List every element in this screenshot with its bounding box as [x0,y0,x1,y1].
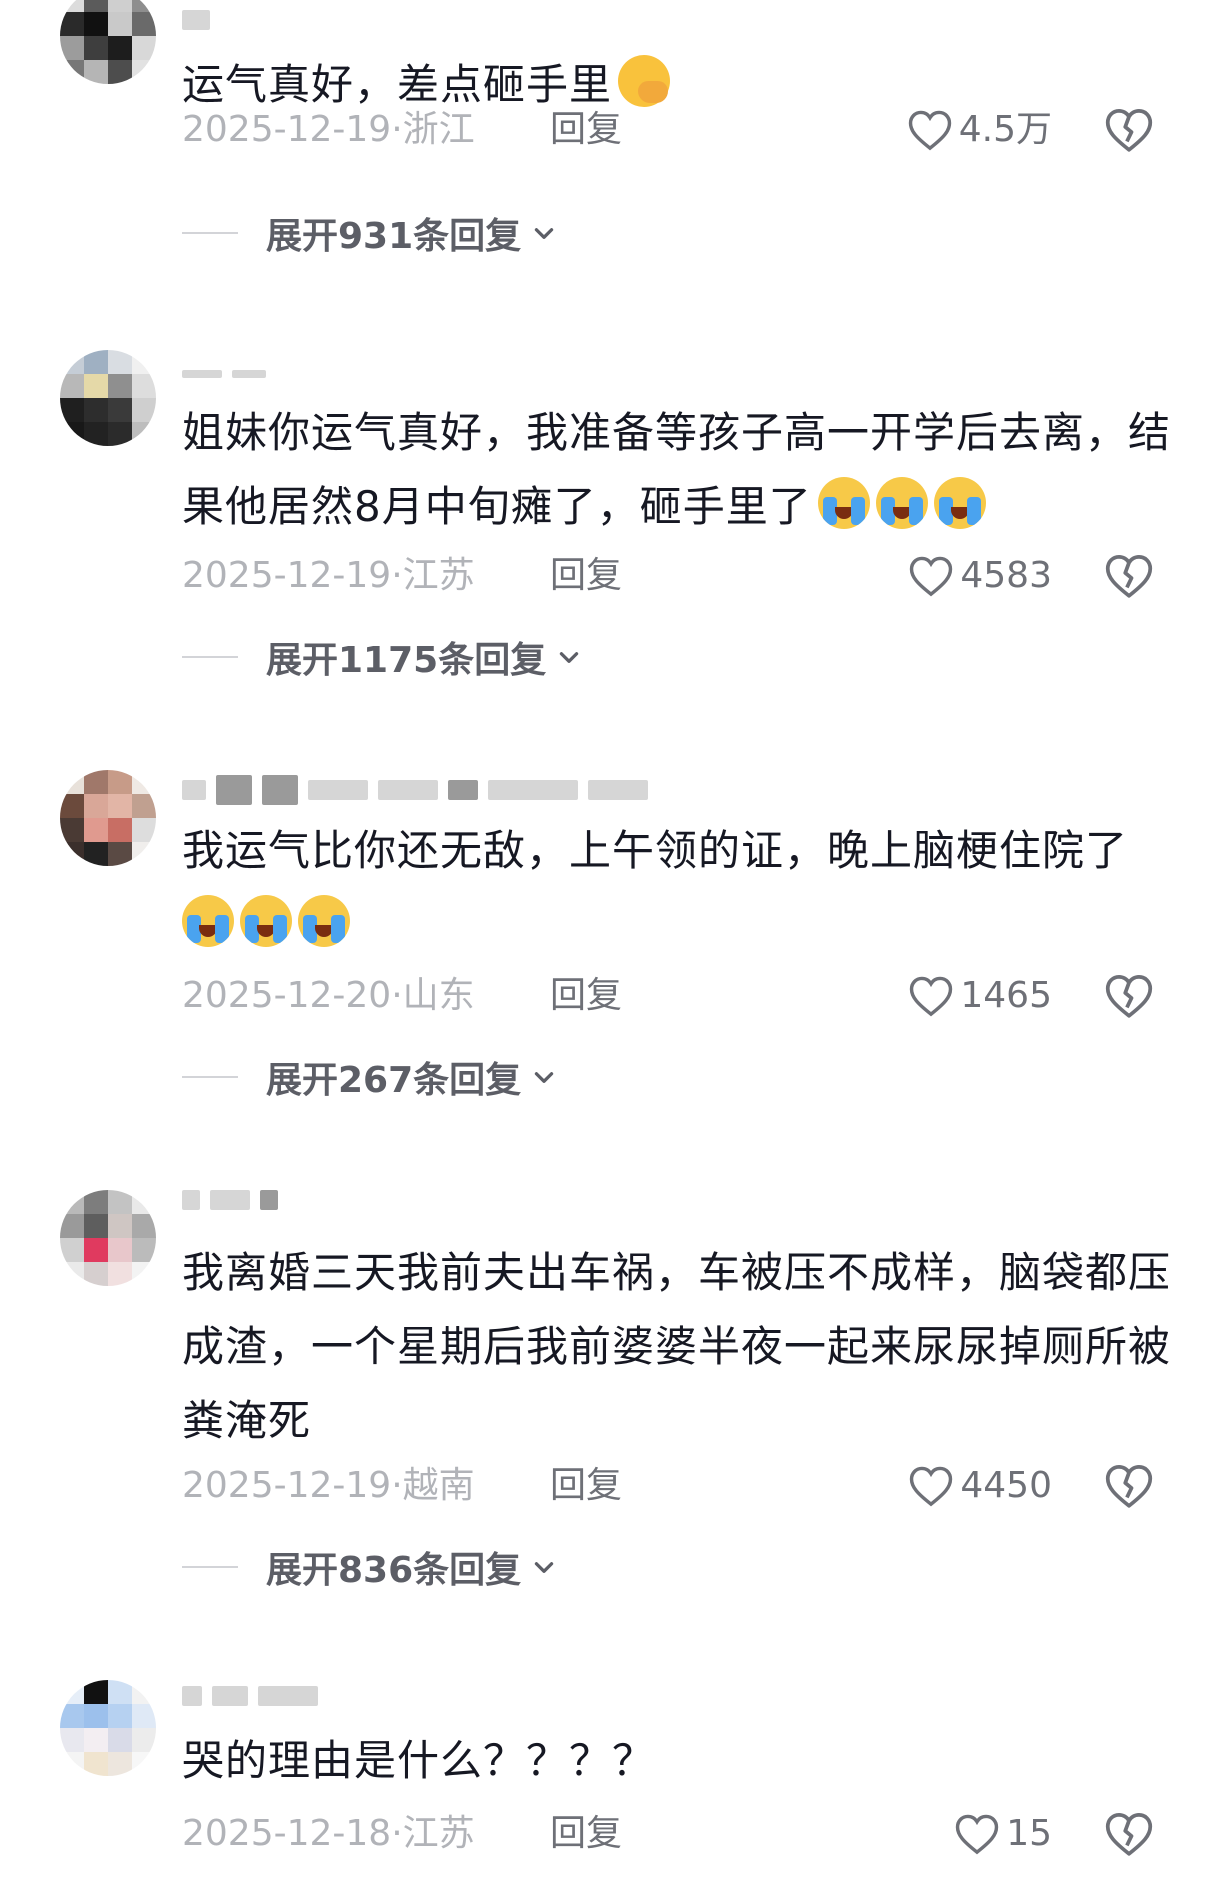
avatar[interactable] [60,350,156,446]
username-blurred[interactable] [182,775,648,805]
avatar[interactable] [60,1190,156,1286]
username-blurred[interactable] [182,364,266,384]
divider [182,656,238,658]
comment-date-location: 2025-12-19·浙江 [182,109,475,150]
broken-heart-icon[interactable] [1104,552,1154,600]
username-blurred[interactable] [182,1190,278,1210]
comment-date-location: 2025-12-18·江苏 [182,1813,475,1854]
divider [182,232,238,234]
like-count: 4583 [960,555,1052,596]
crying-emoji-icon [933,477,986,529]
expand-label: 展开267条回复 [266,1060,522,1101]
like-count: 4450 [960,1465,1052,1506]
expand-replies-button[interactable]: 展开931条回复 [182,208,557,258]
like-button[interactable]: 4583 [908,546,1052,606]
divider [182,1076,238,1078]
expand-replies-button[interactable]: 展开267条回复 [182,1052,557,1102]
expand-replies-button[interactable]: 展开836条回复 [182,1542,557,1592]
broken-heart-icon[interactable] [1104,1810,1154,1858]
heart-outline-icon [910,1466,953,1507]
comment-date-location: 2025-12-19·江苏 [182,555,475,596]
chevron-down-icon [534,228,554,239]
like-button[interactable]: 1465 [908,966,1052,1026]
like-count: 4.5万 [958,109,1052,150]
divider [182,1566,238,1568]
comment-text: 我运气比你还无敌，上午领的证，晚上脑梗住院了 [182,814,1172,962]
like-count: 1465 [960,975,1052,1016]
expand-label: 展开931条回复 [266,216,522,257]
avatar[interactable] [60,0,156,84]
reply-button[interactable]: 回复 [550,1456,622,1516]
chevron-down-icon [559,652,579,663]
reply-button[interactable]: 回复 [550,966,622,1026]
broken-heart-icon[interactable] [1104,972,1154,1020]
username-blurred[interactable] [182,1686,318,1706]
expand-label: 展开1175条回复 [266,640,547,681]
reply-button[interactable]: 回复 [550,546,622,606]
crying-emoji-icon [817,477,870,529]
broken-heart-icon[interactable] [1104,106,1154,154]
like-button[interactable]: 4.5万 [907,100,1052,160]
heart-outline-icon [910,556,953,597]
like-button[interactable]: 15 [954,1804,1052,1864]
heart-outline-icon [908,110,951,151]
crying-emoji-icon [875,477,928,529]
comment-date-location: 2025-12-19·越南 [182,1465,475,1506]
username-blurred[interactable] [182,10,210,30]
heart-outline-icon [910,976,953,1017]
expand-label: 展开836条回复 [266,1550,522,1591]
comment-text: 姐妹你运气真好，我准备等孩子高一开学后去离，结果他居然8月中旬瘫了，砸手里了 [182,408,1172,531]
broken-heart-icon[interactable] [1104,1462,1154,1510]
reply-button[interactable]: 回复 [550,1804,622,1864]
comment-date-location: 2025-12-20·山东 [182,975,475,1016]
chevron-down-icon [534,1562,554,1573]
reply-button[interactable]: 回复 [550,100,622,160]
like-button[interactable]: 4450 [908,1456,1052,1516]
comment-text: 哭的理由是什么？？？？ [182,1736,656,1785]
avatar[interactable] [60,770,156,866]
like-count: 15 [1006,1813,1052,1854]
crying-emoji-icon [182,895,234,947]
heart-outline-icon [955,1814,999,1855]
expand-replies-button[interactable]: 展开1175条回复 [182,632,582,682]
comment-text: 我离婚三天我前夫出车祸，车被压不成样，脑袋都压成渣，一个星期后我前婆婆半夜一起来… [182,1248,1172,1445]
crying-emoji-icon [240,895,292,947]
crying-emoji-icon [298,895,350,947]
chevron-down-icon [534,1072,554,1083]
avatar[interactable] [60,1680,156,1776]
